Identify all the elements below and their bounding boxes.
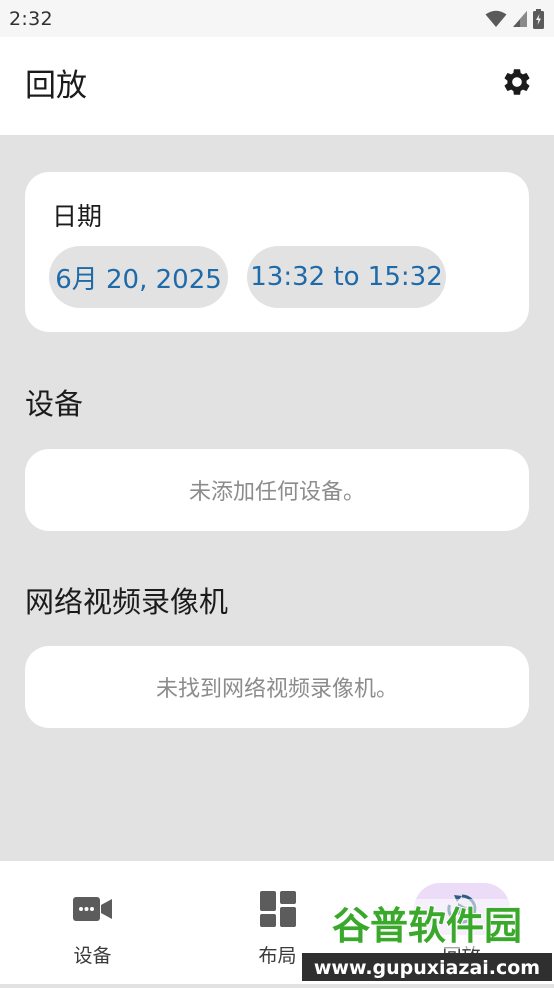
nvr-section-title: 网络视频录像机 <box>25 585 229 619</box>
nav-item-devices[interactable]: 设备 <box>0 861 185 984</box>
date-card: 日期 6月 20, 2025 13:32 to 15:32 <box>25 172 529 332</box>
status-icons <box>485 8 544 29</box>
cellular-signal-icon <box>513 10 527 27</box>
watermark: 谷普软件园 www.gupuxiazai.com <box>300 891 554 984</box>
app-bar: 回放 <box>0 37 554 135</box>
page-title: 回放 <box>25 68 87 104</box>
gear-icon <box>504 69 530 95</box>
status-time: 2:32 <box>9 7 53 30</box>
nvr-empty-text: 未找到网络视频录像机。 <box>155 677 398 702</box>
video-camera-icon <box>45 883 141 935</box>
devices-empty-card: 未添加任何设备。 <box>25 449 529 531</box>
date-picker-chip[interactable]: 6月 20, 2025 <box>49 246 228 308</box>
devices-empty-text: 未添加任何设备。 <box>188 480 365 505</box>
watermark-url: www.gupuxiazai.com <box>314 957 540 979</box>
battery-icon <box>533 8 544 29</box>
date-label: 日期 <box>52 202 103 231</box>
status-bar: 2:32 <box>0 0 554 37</box>
devices-section-title: 设备 <box>25 387 84 421</box>
nvr-empty-card: 未找到网络视频录像机。 <box>25 646 529 728</box>
watermark-brand: 谷普软件园 <box>332 904 522 948</box>
nav-label-devices: 设备 <box>73 945 112 967</box>
settings-button[interactable] <box>500 65 534 99</box>
time-range-chip[interactable]: 13:32 to 15:32 <box>247 246 446 308</box>
wifi-icon <box>485 10 507 27</box>
